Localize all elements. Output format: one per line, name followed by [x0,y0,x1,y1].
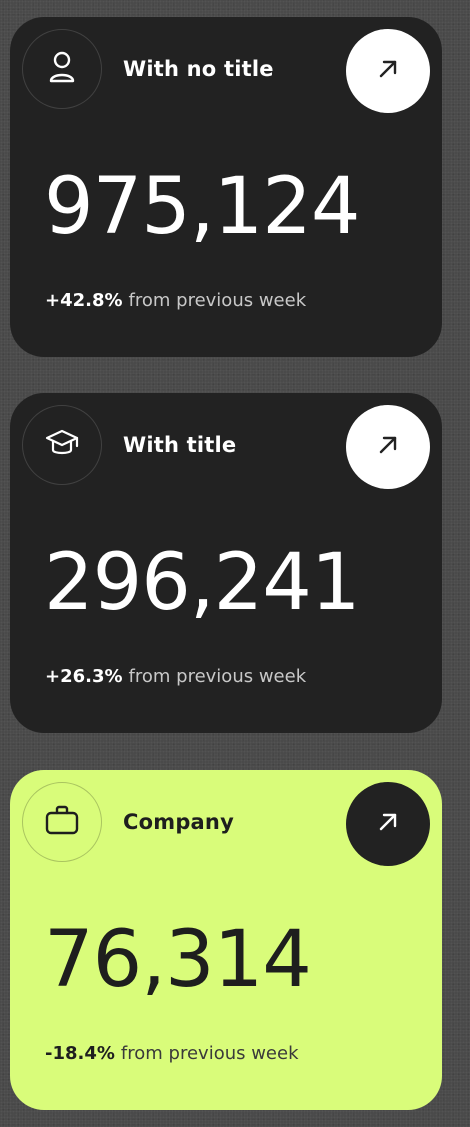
arrow-up-right-icon [377,58,399,84]
card-title: With no title [123,57,274,81]
stat-value: 76,314 [44,915,312,1005]
stat-card-company: Company 76,314 -18.4% from previous week [10,770,442,1110]
change-text: from previous week [128,290,307,311]
stat-value: 975,124 [44,162,361,252]
stat-card-with-no-title: With no title 975,124 +42.8% from previou… [10,17,442,357]
stat-value: 296,241 [44,538,361,628]
graduation-cap-icon-circle [22,405,102,485]
user-icon-circle [22,29,102,109]
card-title: With title [123,433,237,457]
card-title: Company [123,810,234,834]
change-text: from previous week [128,666,307,687]
change-row: -18.4% from previous week [45,1042,299,1066]
change-value: +42.8% [45,290,123,311]
open-button[interactable] [346,782,430,866]
briefcase-icon-circle [22,782,102,862]
change-row: +42.8% from previous week [45,289,306,313]
arrow-up-right-icon [377,811,399,837]
arrow-up-right-icon [377,434,399,460]
change-value: -18.4% [45,1043,115,1064]
stat-card-with-title: With title 296,241 +26.3% from previous w… [10,393,442,733]
briefcase-icon [45,805,79,839]
change-value: +26.3% [45,666,123,687]
graduation-cap-icon [45,428,79,462]
open-button[interactable] [346,29,430,113]
user-icon [48,50,76,88]
change-text: from previous week [120,1043,299,1064]
change-row: +26.3% from previous week [45,665,306,689]
open-button[interactable] [346,405,430,489]
